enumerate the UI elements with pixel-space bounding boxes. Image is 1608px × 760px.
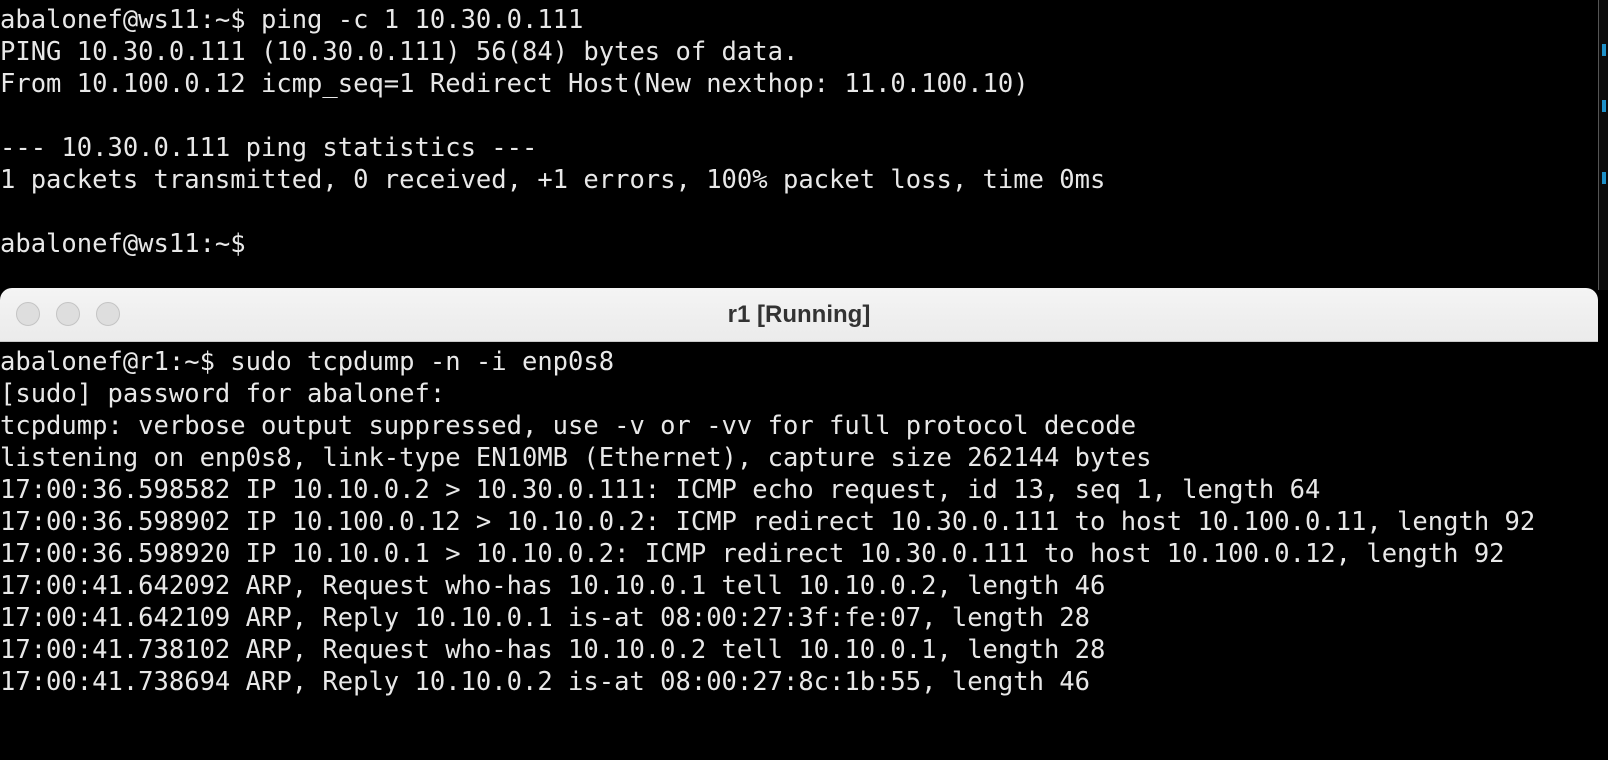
terminal-prompt: abalonef@ws11:~$: [0, 229, 246, 259]
r1-vm-window[interactable]: r1 [Running] abalonef@r1:~$ sudo tcpdump…: [0, 288, 1598, 760]
terminal-line: 17:00:36.598582 IP 10.10.0.2 > 10.30.0.1…: [0, 475, 1321, 505]
terminal-line: --- 10.30.0.111 ping statistics ---: [0, 133, 538, 163]
r1-terminal[interactable]: abalonef@r1:~$ sudo tcpdump -n -i enp0s8…: [0, 342, 1598, 760]
terminal-line: tcpdump: verbose output suppressed, use …: [0, 411, 1137, 441]
edge-marker: [1602, 100, 1606, 112]
terminal-line: 17:00:41.738694 ARP, Reply 10.10.0.2 is-…: [0, 667, 1091, 697]
terminal-line: listening on enp0s8, link-type EN10MB (E…: [0, 443, 1152, 473]
ws11-terminal-output: abalonef@ws11:~$ ping -c 1 10.30.0.111 P…: [0, 4, 1105, 260]
terminal-line: [sudo] password for abalonef:: [0, 379, 446, 409]
ws11-terminal[interactable]: abalonef@ws11:~$ ping -c 1 10.30.0.111 P…: [0, 0, 1599, 290]
terminal-line: 17:00:36.598902 IP 10.100.0.12 > 10.10.0…: [0, 507, 1536, 537]
terminal-line: 17:00:41.642092 ARP, Request who-has 10.…: [0, 571, 1106, 601]
terminal-line: abalonef@ws11:~$ ping -c 1 10.30.0.111: [0, 5, 584, 35]
terminal-line: abalonef@r1:~$ sudo tcpdump -n -i enp0s8: [0, 347, 615, 377]
r1-terminal-output: abalonef@r1:~$ sudo tcpdump -n -i enp0s8…: [0, 346, 1535, 698]
window-titlebar[interactable]: r1 [Running]: [0, 288, 1598, 342]
terminal-line: From 10.100.0.12 icmp_seq=1 Redirect Hos…: [0, 69, 1029, 99]
edge-marker: [1602, 172, 1606, 184]
terminal-line: 17:00:36.598920 IP 10.10.0.1 > 10.10.0.2…: [0, 539, 1505, 569]
terminal-line: 17:00:41.642109 ARP, Reply 10.10.0.1 is-…: [0, 603, 1091, 633]
terminal-line: 17:00:41.738102 ARP, Request who-has 10.…: [0, 635, 1106, 665]
window-title: r1 [Running]: [727, 301, 871, 328]
terminal-line: 1 packets transmitted, 0 received, +1 er…: [0, 165, 1106, 195]
edge-marker: [1602, 44, 1606, 56]
adjacent-window-edge: [1599, 0, 1608, 290]
terminal-line: PING 10.30.0.111 (10.30.0.111) 56(84) by…: [0, 37, 799, 67]
